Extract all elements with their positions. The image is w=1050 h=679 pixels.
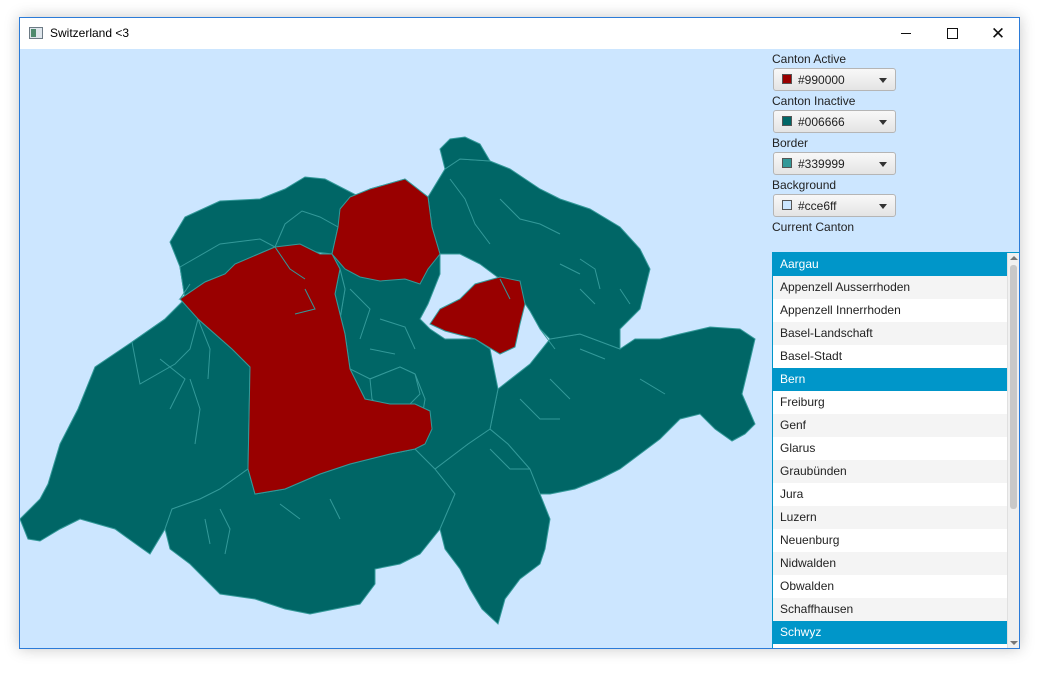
- background-swatch: [782, 200, 792, 210]
- title-bar[interactable]: Switzerland <3 ✕: [20, 18, 1019, 49]
- list-item[interactable]: Glarus: [773, 437, 1007, 460]
- list-item[interactable]: Aargau: [773, 253, 1007, 276]
- list-item[interactable]: Bern: [773, 368, 1007, 391]
- list-item[interactable]: Appenzell Ausserrhoden: [773, 276, 1007, 299]
- chevron-down-icon: [879, 162, 887, 167]
- list-item[interactable]: Basel-Stadt: [773, 345, 1007, 368]
- chevron-down-icon: [879, 78, 887, 83]
- close-button[interactable]: ✕: [975, 18, 1021, 49]
- border-label: Border: [772, 136, 809, 150]
- canton-active-color-picker[interactable]: #990000: [773, 68, 896, 91]
- canton-inactive-label: Canton Inactive: [772, 94, 856, 108]
- list-item[interactable]: Luzern: [773, 506, 1007, 529]
- current-canton-label: Current Canton: [772, 220, 855, 234]
- list-item[interactable]: Obwalden: [773, 575, 1007, 598]
- app-window: Switzerland <3 ✕ Canton Active #990000 C…: [19, 17, 1020, 649]
- list-item[interactable]: Schwyz: [773, 621, 1007, 644]
- list-item[interactable]: Freiburg: [773, 391, 1007, 414]
- border-color-picker[interactable]: #339999: [773, 152, 896, 175]
- list-item[interactable]: Jura: [773, 483, 1007, 506]
- canton-active-value: #990000: [798, 73, 845, 87]
- scroll-up-icon[interactable]: [1010, 256, 1018, 260]
- list-item[interactable]: Schaffhausen: [773, 598, 1007, 621]
- minimize-button[interactable]: [883, 18, 929, 49]
- list-item[interactable]: Graubünden: [773, 460, 1007, 483]
- canton-active-swatch: [782, 74, 792, 84]
- close-icon: ✕: [990, 24, 1006, 43]
- chevron-down-icon: [879, 120, 887, 125]
- maximize-icon: [946, 28, 958, 39]
- canton-inactive-color-picker[interactable]: #006666: [773, 110, 896, 133]
- scroll-down-icon[interactable]: [1010, 641, 1018, 645]
- list-item[interactable]: Genf: [773, 414, 1007, 437]
- content-area: Canton Active #990000 Canton Inactive #0…: [20, 49, 1019, 648]
- scroll-thumb[interactable]: [1010, 265, 1017, 509]
- background-color-picker[interactable]: #cce6ff: [773, 194, 896, 217]
- border-swatch: [782, 158, 792, 168]
- app-icon: [29, 27, 43, 39]
- window-title: Switzerland <3: [50, 26, 130, 40]
- list-scrollbar[interactable]: [1007, 253, 1019, 648]
- canton-inactive-swatch: [782, 116, 792, 126]
- chevron-down-icon: [879, 204, 887, 209]
- canton-list[interactable]: Aargau Appenzell Ausserrhoden Appenzell In…: [772, 252, 1019, 648]
- maximize-button[interactable]: [929, 18, 975, 49]
- minimize-icon: [901, 33, 911, 34]
- canton-inactive-value: #006666: [798, 115, 845, 129]
- background-value: #cce6ff: [798, 199, 837, 213]
- switzerland-map: [20, 136, 756, 625]
- canton-active-label: Canton Active: [772, 52, 847, 66]
- list-item[interactable]: Nidwalden: [773, 552, 1007, 575]
- background-label: Background: [772, 178, 837, 192]
- list-item[interactable]: Appenzell Innerrhoden: [773, 299, 1007, 322]
- border-value: #339999: [798, 157, 845, 171]
- list-item[interactable]: Basel-Landschaft: [773, 322, 1007, 345]
- list-item[interactable]: Neuenburg: [773, 529, 1007, 552]
